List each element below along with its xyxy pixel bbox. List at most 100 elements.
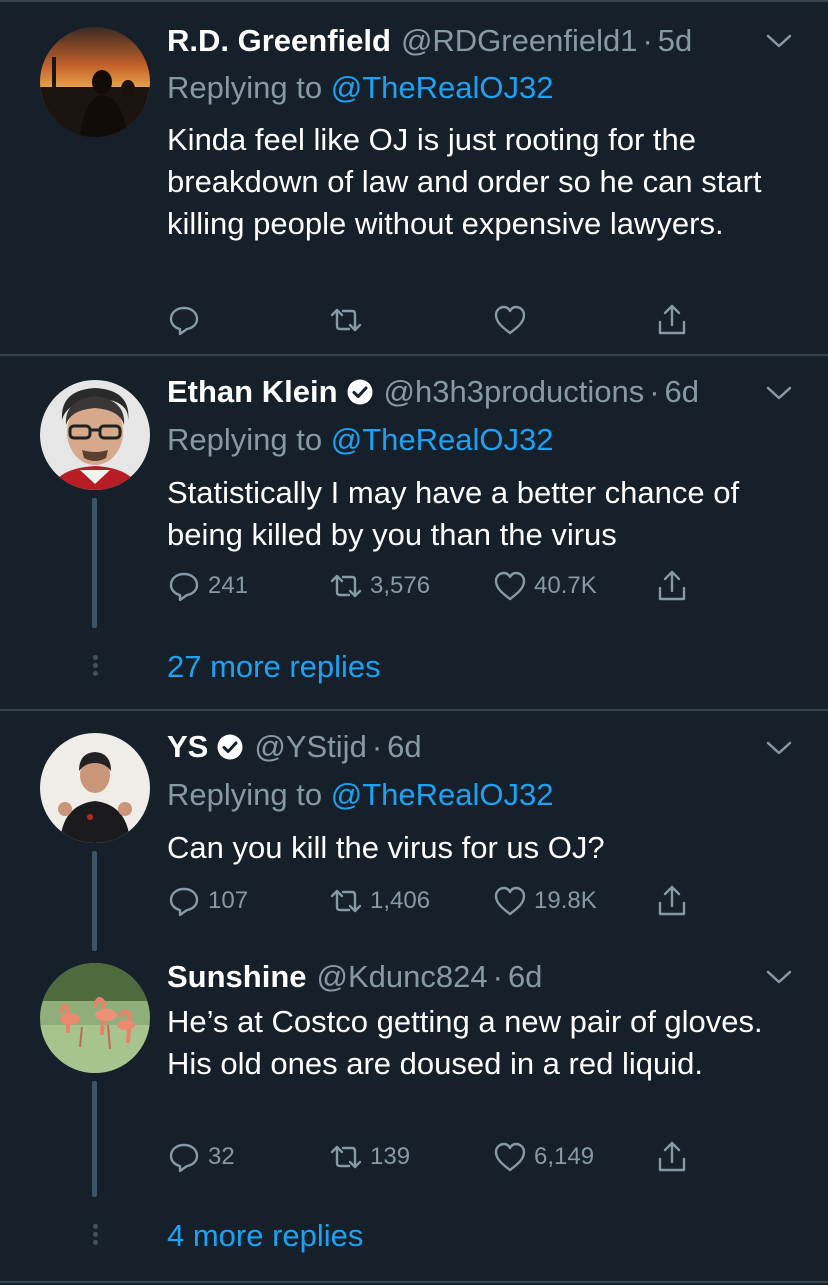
like-icon <box>492 883 528 919</box>
retweet-icon <box>328 1139 364 1175</box>
tweet-text: Can you kill the virus for us OJ? <box>167 830 605 865</box>
reply-button[interactable]: 107 <box>166 879 248 923</box>
replying-label: Replying to <box>167 70 323 105</box>
share-button[interactable] <box>654 1135 690 1179</box>
thread-line <box>92 851 97 951</box>
reply-button[interactable]: 241 <box>166 564 248 608</box>
like-button[interactable]: 19.8K <box>492 879 597 923</box>
tweet-sunshine[interactable]: Sunshine @Kdunc824 · 6d He’s at Costco g… <box>0 949 828 1285</box>
display-name[interactable]: Ethan Klein <box>167 370 338 414</box>
tweet-header: R.D. Greenfield @RDGreenfield1 · 5d <box>167 19 692 63</box>
tweet-text: Kinda feel like OJ is just rooting for t… <box>167 122 762 241</box>
share-icon <box>654 883 690 919</box>
avatar[interactable] <box>40 27 150 137</box>
action-bar: 32 139 6,149 <box>160 1135 720 1179</box>
separator: · <box>642 23 653 58</box>
reply-icon <box>166 883 202 919</box>
verified-badge-icon <box>216 733 244 761</box>
replying-to: Replying to @TheRealOJ32 <box>167 66 553 110</box>
more-dots-icon <box>90 1221 100 1251</box>
chevron-down-icon[interactable] <box>764 967 794 987</box>
tweet-header: Ethan Klein @h3h3productions · 6d <box>167 370 699 414</box>
thread-line <box>92 1081 97 1197</box>
display-name[interactable]: YS <box>167 725 208 769</box>
retweet-button[interactable]: 1,406 <box>328 879 430 923</box>
reply-button[interactable] <box>166 298 208 342</box>
reply-icon <box>166 302 202 338</box>
more-replies-link[interactable]: 27 more replies <box>167 645 381 689</box>
separator: · <box>492 959 503 994</box>
share-icon <box>654 1139 690 1175</box>
share-button[interactable] <box>654 298 690 342</box>
timestamp[interactable]: 6d <box>508 955 542 999</box>
reply-icon <box>166 568 202 604</box>
reply-count: 107 <box>208 887 249 914</box>
tweet-text: Statistically I may have a better chance… <box>167 475 740 552</box>
handle[interactable]: @RDGreenfield1 <box>401 19 638 63</box>
handle[interactable]: @YStijd <box>254 725 366 769</box>
retweet-count: 3,576 <box>370 572 431 599</box>
share-button[interactable] <box>654 879 690 923</box>
timestamp[interactable]: 6d <box>387 725 421 769</box>
like-button[interactable]: 40.7K <box>492 564 597 608</box>
mention-link[interactable]: @TheRealOJ32 <box>331 777 554 812</box>
tweet-rdgreenfield[interactable]: R.D. Greenfield @RDGreenfield1 · 5d Repl… <box>0 0 828 354</box>
avatar[interactable] <box>40 380 150 490</box>
reply-count: 241 <box>208 572 249 599</box>
mention-link[interactable]: @TheRealOJ32 <box>331 70 554 105</box>
reply-count: 32 <box>208 1143 235 1170</box>
separator: · <box>649 374 660 409</box>
divider <box>0 1281 828 1283</box>
tweet-ethan-klein[interactable]: Ethan Klein @h3h3productions · 6d Replyi… <box>0 356 828 708</box>
reply-button[interactable]: 32 <box>166 1135 235 1179</box>
timestamp[interactable]: 6d <box>665 370 699 414</box>
share-icon <box>654 568 690 604</box>
retweet-count: 1,406 <box>370 887 431 914</box>
retweet-button[interactable]: 3,576 <box>328 564 430 608</box>
chevron-down-icon[interactable] <box>764 383 794 403</box>
like-icon <box>492 568 528 604</box>
like-icon <box>492 1139 528 1175</box>
avatar[interactable] <box>40 733 150 843</box>
mention-link[interactable]: @TheRealOJ32 <box>331 422 554 457</box>
replying-to: Replying to @TheRealOJ32 <box>167 773 553 817</box>
avatar[interactable] <box>40 963 150 1073</box>
replying-label: Replying to <box>167 422 323 457</box>
action-bar <box>160 298 720 342</box>
thread-line <box>92 498 97 628</box>
action-bar: 241 3,576 40.7K <box>160 564 720 608</box>
display-name[interactable]: R.D. Greenfield <box>167 19 391 63</box>
retweet-icon <box>328 302 364 338</box>
retweet-icon <box>328 568 364 604</box>
replying-label: Replying to <box>167 777 323 812</box>
like-count: 6,149 <box>534 1143 595 1170</box>
retweet-button[interactable] <box>328 298 370 342</box>
like-count: 40.7K <box>534 572 597 599</box>
handle[interactable]: @Kdunc824 <box>317 955 488 999</box>
retweet-button[interactable]: 139 <box>328 1135 410 1179</box>
tweet-ys[interactable]: YS @YStijd · 6d Replying to @TheRealOJ32… <box>0 711 828 951</box>
tweet-text: He’s at Costco getting a new pair of glo… <box>167 1004 780 1081</box>
display-name[interactable]: Sunshine <box>167 955 307 999</box>
chevron-down-icon[interactable] <box>764 738 794 758</box>
replying-to: Replying to @TheRealOJ32 <box>167 418 553 462</box>
share-button[interactable] <box>654 564 690 608</box>
tweet-header: Sunshine @Kdunc824 · 6d <box>167 955 542 999</box>
more-replies-link[interactable]: 4 more replies <box>167 1214 363 1258</box>
like-button[interactable]: 6,149 <box>492 1135 594 1179</box>
timestamp[interactable]: 5d <box>658 19 692 63</box>
retweet-count: 139 <box>370 1143 411 1170</box>
like-icon <box>492 302 528 338</box>
tweet-header: YS @YStijd · 6d <box>167 725 422 769</box>
chevron-down-icon[interactable] <box>764 31 794 51</box>
share-icon <box>654 302 690 338</box>
more-dots-icon <box>90 652 100 682</box>
separator: · <box>371 729 383 764</box>
like-count: 19.8K <box>534 887 597 914</box>
handle[interactable]: @h3h3productions <box>384 370 645 414</box>
verified-badge-icon <box>346 378 374 406</box>
like-button[interactable] <box>492 298 534 342</box>
action-bar: 107 1,406 19.8K <box>160 879 720 923</box>
retweet-icon <box>328 883 364 919</box>
reply-icon <box>166 1139 202 1175</box>
